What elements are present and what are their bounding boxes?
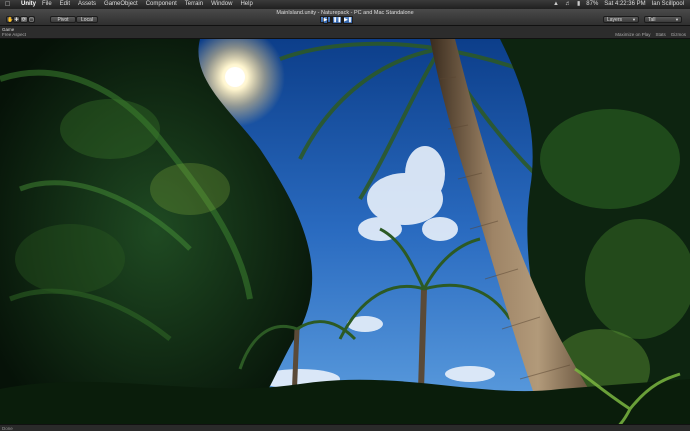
- scale-tool-button[interactable]: ▢: [28, 16, 35, 23]
- volume-icon[interactable]: ♬: [565, 0, 571, 9]
- chevron-down-icon: ▼: [675, 17, 679, 22]
- menu-window[interactable]: Window: [211, 0, 232, 9]
- menu-gameobject[interactable]: GameObject: [104, 0, 138, 9]
- app-menu-unity[interactable]: Unity: [21, 0, 36, 9]
- user-name[interactable]: Ian Scillpool: [652, 0, 684, 9]
- menu-assets[interactable]: Assets: [78, 0, 96, 9]
- editor-toolbar: MainIsland.unity - Naturepack - PC and M…: [0, 9, 690, 26]
- layers-dropdown[interactable]: Layers ▼: [603, 16, 639, 23]
- step-button[interactable]: ▶❚: [342, 16, 354, 24]
- stats-toggle[interactable]: Stats: [655, 32, 665, 37]
- apple-icon[interactable]: : [5, 0, 13, 9]
- menu-help[interactable]: Help: [240, 0, 252, 9]
- menu-terrain[interactable]: Terrain: [185, 0, 203, 9]
- rotate-tool-button[interactable]: ⟳: [20, 16, 28, 23]
- play-controls: ▶ ❚❚ ▶❚: [320, 16, 354, 24]
- unity-editor-window:  Unity File Edit Assets GameObject Comp…: [0, 0, 690, 431]
- battery-icon[interactable]: ▮: [577, 0, 580, 9]
- gizmos-toggle[interactable]: Gizmos: [671, 32, 686, 37]
- battery-percent: 87%: [586, 1, 599, 7]
- status-text: Done: [2, 426, 13, 431]
- menu-edit[interactable]: Edit: [60, 0, 70, 9]
- pause-button[interactable]: ❚❚: [331, 16, 343, 24]
- pause-icon: ❚❚: [332, 16, 343, 24]
- menu-file[interactable]: File: [42, 0, 52, 9]
- game-view-header: Game Free Aspect Maximize on Play Stats …: [0, 26, 690, 39]
- layout-dropdown[interactable]: Tall ▼: [644, 16, 682, 23]
- aspect-dropdown[interactable]: Free Aspect: [2, 32, 26, 37]
- menu-component[interactable]: Component: [146, 0, 177, 9]
- play-button[interactable]: ▶: [320, 16, 331, 24]
- local-toggle[interactable]: Local: [76, 16, 98, 23]
- rotate-icon: ⟳: [21, 17, 27, 23]
- pivot-toggle[interactable]: Pivot: [50, 16, 76, 23]
- play-icon: ▶: [322, 16, 329, 24]
- pivot-label: Pivot: [57, 17, 69, 23]
- layout-label: Tall: [648, 17, 656, 23]
- layers-label: Layers: [607, 17, 623, 23]
- step-icon: ▶❚: [343, 16, 354, 24]
- status-bar: Done: [0, 424, 690, 431]
- chevron-down-icon: ▼: [632, 17, 636, 22]
- mac-menu-bar:  Unity File Edit Assets GameObject Comp…: [0, 0, 690, 9]
- scale-icon: ▢: [29, 17, 34, 23]
- move-icon: ✚: [14, 17, 19, 23]
- clock[interactable]: Sat 4:22:36 PM: [604, 0, 645, 9]
- move-tool-button[interactable]: ✚: [13, 16, 20, 23]
- local-label: Local: [81, 17, 93, 23]
- maximize-on-play-toggle[interactable]: Maximize on Play: [615, 32, 650, 37]
- jungle-scene-render: [0, 39, 690, 424]
- game-view-options: Maximize on Play Stats Gizmos: [615, 32, 686, 37]
- menu-extras: ▲ ♬ ▮ 87% Sat 4:22:36 PM Ian Scillpool: [553, 0, 684, 9]
- wifi-icon[interactable]: ▲: [553, 0, 559, 9]
- hand-tool-button[interactable]: ✋: [6, 16, 13, 23]
- game-view-viewport[interactable]: [0, 39, 690, 424]
